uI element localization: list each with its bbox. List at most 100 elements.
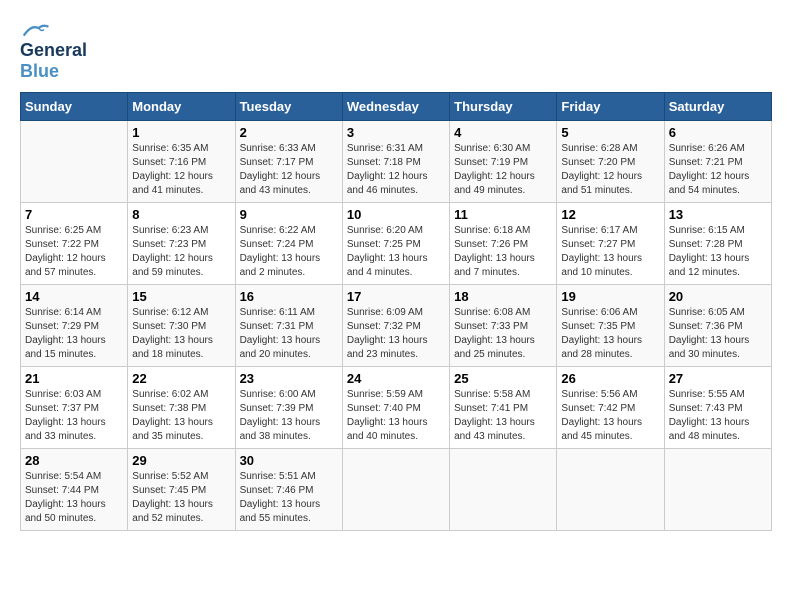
calendar-cell — [21, 121, 128, 203]
day-info: Sunrise: 5:58 AM Sunset: 7:41 PM Dayligh… — [454, 388, 552, 444]
logo-general-text: General — [20, 40, 87, 61]
calendar-cell: 13 Sunrise: 6:15 AM Sunset: 7:28 PM Dayli… — [664, 203, 771, 285]
calendar-cell: 30 Sunrise: 5:51 AM Sunset: 7:46 PM Dayli… — [235, 449, 342, 531]
day-info: Sunrise: 6:08 AM Sunset: 7:33 PM Dayligh… — [454, 306, 552, 362]
column-header-saturday: Saturday — [664, 93, 771, 121]
day-info: Sunrise: 5:59 AM Sunset: 7:40 PM Dayligh… — [347, 388, 445, 444]
day-number: 24 — [347, 371, 445, 386]
day-info: Sunrise: 6:33 AM Sunset: 7:17 PM Dayligh… — [240, 142, 338, 198]
calendar-cell: 3 Sunrise: 6:31 AM Sunset: 7:18 PM Daylig… — [342, 121, 449, 203]
day-info: Sunrise: 6:18 AM Sunset: 7:26 PM Dayligh… — [454, 224, 552, 280]
day-number: 8 — [132, 207, 230, 222]
day-number: 19 — [561, 289, 659, 304]
day-number: 2 — [240, 125, 338, 140]
calendar-week-5: 28Sunrise: 5:54 AM Sunset: 7:44 PM Dayli… — [21, 449, 772, 531]
day-number: 11 — [454, 207, 552, 222]
day-info: Sunrise: 6:23 AM Sunset: 7:23 PM Dayligh… — [132, 224, 230, 280]
calendar-cell: 6 Sunrise: 6:26 AM Sunset: 7:21 PM Daylig… — [664, 121, 771, 203]
day-info: Sunrise: 6:26 AM Sunset: 7:21 PM Dayligh… — [669, 142, 767, 198]
calendar-header-row: SundayMondayTuesdayWednesdayThursdayFrid… — [21, 93, 772, 121]
calendar-cell — [342, 449, 449, 531]
calendar-cell: 27Sunrise: 5:55 AM Sunset: 7:43 PM Dayli… — [664, 367, 771, 449]
day-info: Sunrise: 6:22 AM Sunset: 7:24 PM Dayligh… — [240, 224, 338, 280]
day-info: Sunrise: 6:15 AM Sunset: 7:28 PM Dayligh… — [669, 224, 767, 280]
day-info: Sunrise: 6:03 AM Sunset: 7:37 PM Dayligh… — [25, 388, 123, 444]
calendar-cell: 5 Sunrise: 6:28 AM Sunset: 7:20 PM Daylig… — [557, 121, 664, 203]
calendar-cell: 23 Sunrise: 6:00 AM Sunset: 7:39 PM Dayli… — [235, 367, 342, 449]
logo: General Blue — [20, 20, 87, 82]
day-number: 25 — [454, 371, 552, 386]
calendar-cell: 7 Sunrise: 6:25 AM Sunset: 7:22 PM Daylig… — [21, 203, 128, 285]
calendar-cell — [557, 449, 664, 531]
calendar-cell: 8 Sunrise: 6:23 AM Sunset: 7:23 PM Daylig… — [128, 203, 235, 285]
calendar-week-1: 1Sunrise: 6:35 AM Sunset: 7:16 PM Daylig… — [21, 121, 772, 203]
calendar-cell: 17 Sunrise: 6:09 AM Sunset: 7:32 PM Dayli… — [342, 285, 449, 367]
calendar-cell: 29Sunrise: 5:52 AM Sunset: 7:45 PM Dayli… — [128, 449, 235, 531]
calendar-cell: 28Sunrise: 5:54 AM Sunset: 7:44 PM Dayli… — [21, 449, 128, 531]
calendar-cell: 21 Sunrise: 6:03 AM Sunset: 7:37 PM Dayli… — [21, 367, 128, 449]
day-info: Sunrise: 6:20 AM Sunset: 7:25 PM Dayligh… — [347, 224, 445, 280]
day-info: Sunrise: 6:00 AM Sunset: 7:39 PM Dayligh… — [240, 388, 338, 444]
calendar-cell: 9 Sunrise: 6:22 AM Sunset: 7:24 PM Daylig… — [235, 203, 342, 285]
calendar-cell — [664, 449, 771, 531]
day-info: Sunrise: 6:28 AM Sunset: 7:20 PM Dayligh… — [561, 142, 659, 198]
calendar-week-4: 21 Sunrise: 6:03 AM Sunset: 7:37 PM Dayli… — [21, 367, 772, 449]
day-number: 18 — [454, 289, 552, 304]
day-info: Sunrise: 5:52 AM Sunset: 7:45 PM Dayligh… — [132, 470, 230, 526]
calendar-cell: 11 Sunrise: 6:18 AM Sunset: 7:26 PM Dayli… — [450, 203, 557, 285]
day-number: 22 — [132, 371, 230, 386]
logo-blue-text: Blue — [20, 61, 59, 82]
day-number: 7 — [25, 207, 123, 222]
day-info: Sunrise: 6:11 AM Sunset: 7:31 PM Dayligh… — [240, 306, 338, 362]
day-info: Sunrise: 6:09 AM Sunset: 7:32 PM Dayligh… — [347, 306, 445, 362]
calendar-table: SundayMondayTuesdayWednesdayThursdayFrid… — [20, 92, 772, 531]
column-header-wednesday: Wednesday — [342, 93, 449, 121]
calendar-cell — [450, 449, 557, 531]
day-number: 14 — [25, 289, 123, 304]
calendar-cell: 18 Sunrise: 6:08 AM Sunset: 7:33 PM Dayli… — [450, 285, 557, 367]
day-number: 30 — [240, 453, 338, 468]
page-header: General Blue — [20, 20, 772, 82]
day-number: 9 — [240, 207, 338, 222]
day-number: 4 — [454, 125, 552, 140]
day-number: 17 — [347, 289, 445, 304]
day-info: Sunrise: 6:17 AM Sunset: 7:27 PM Dayligh… — [561, 224, 659, 280]
calendar-cell: 12 Sunrise: 6:17 AM Sunset: 7:27 PM Dayli… — [557, 203, 664, 285]
calendar-week-2: 7 Sunrise: 6:25 AM Sunset: 7:22 PM Daylig… — [21, 203, 772, 285]
column-header-monday: Monday — [128, 93, 235, 121]
calendar-cell: 19 Sunrise: 6:06 AM Sunset: 7:35 PM Dayli… — [557, 285, 664, 367]
day-number: 23 — [240, 371, 338, 386]
calendar-cell: 15 Sunrise: 6:12 AM Sunset: 7:30 PM Dayli… — [128, 285, 235, 367]
calendar-cell: 22 Sunrise: 6:02 AM Sunset: 7:38 PM Dayli… — [128, 367, 235, 449]
day-info: Sunrise: 6:06 AM Sunset: 7:35 PM Dayligh… — [561, 306, 659, 362]
day-number: 21 — [25, 371, 123, 386]
day-number: 26 — [561, 371, 659, 386]
column-header-friday: Friday — [557, 93, 664, 121]
day-info: Sunrise: 6:12 AM Sunset: 7:30 PM Dayligh… — [132, 306, 230, 362]
day-number: 5 — [561, 125, 659, 140]
day-info: Sunrise: 6:30 AM Sunset: 7:19 PM Dayligh… — [454, 142, 552, 198]
day-info: Sunrise: 6:02 AM Sunset: 7:38 PM Dayligh… — [132, 388, 230, 444]
day-number: 6 — [669, 125, 767, 140]
day-info: Sunrise: 6:05 AM Sunset: 7:36 PM Dayligh… — [669, 306, 767, 362]
day-info: Sunrise: 6:31 AM Sunset: 7:18 PM Dayligh… — [347, 142, 445, 198]
column-header-thursday: Thursday — [450, 93, 557, 121]
column-header-sunday: Sunday — [21, 93, 128, 121]
logo-icon — [20, 20, 50, 40]
day-number: 13 — [669, 207, 767, 222]
day-info: Sunrise: 6:14 AM Sunset: 7:29 PM Dayligh… — [25, 306, 123, 362]
day-info: Sunrise: 5:56 AM Sunset: 7:42 PM Dayligh… — [561, 388, 659, 444]
calendar-cell: 16Sunrise: 6:11 AM Sunset: 7:31 PM Dayli… — [235, 285, 342, 367]
calendar-cell: 25 Sunrise: 5:58 AM Sunset: 7:41 PM Dayli… — [450, 367, 557, 449]
day-number: 12 — [561, 207, 659, 222]
day-number: 10 — [347, 207, 445, 222]
day-info: Sunrise: 5:55 AM Sunset: 7:43 PM Dayligh… — [669, 388, 767, 444]
column-header-tuesday: Tuesday — [235, 93, 342, 121]
day-number: 3 — [347, 125, 445, 140]
day-info: Sunrise: 5:51 AM Sunset: 7:46 PM Dayligh… — [240, 470, 338, 526]
calendar-cell: 10 Sunrise: 6:20 AM Sunset: 7:25 PM Dayli… — [342, 203, 449, 285]
day-info: Sunrise: 6:25 AM Sunset: 7:22 PM Dayligh… — [25, 224, 123, 280]
day-number: 15 — [132, 289, 230, 304]
calendar-cell: 14 Sunrise: 6:14 AM Sunset: 7:29 PM Dayli… — [21, 285, 128, 367]
day-number: 20 — [669, 289, 767, 304]
